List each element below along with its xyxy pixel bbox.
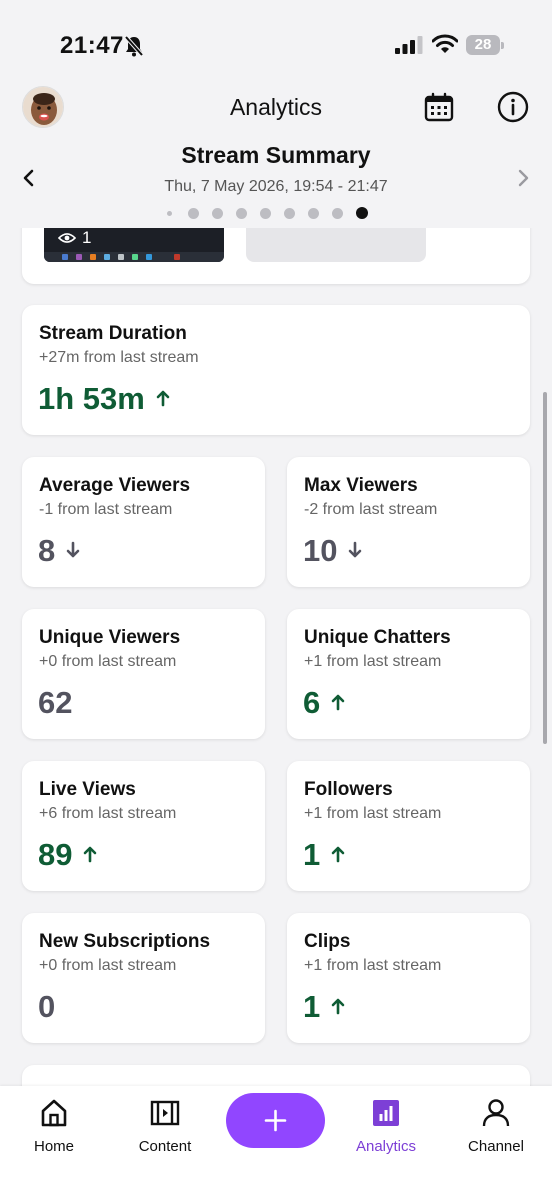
page-dot[interactable] (167, 210, 172, 216)
bar-chart-icon (373, 1100, 399, 1126)
arrow-up-icon (331, 846, 345, 863)
metric-card-max-viewers: Max Viewers -2 from last stream 10 (287, 457, 530, 587)
nav-content[interactable]: Content (128, 1098, 202, 1158)
summary-title: Stream Summary (181, 142, 371, 168)
page-dot[interactable] (260, 207, 271, 219)
arrow-up-icon (331, 694, 345, 711)
metric-value: 8 (38, 533, 81, 569)
analytics-screen: 21:47 28 Analytics Stream Summary Thu, 7… (0, 0, 552, 1200)
metric-value: 89 (38, 837, 98, 873)
cellular-signal-icon (395, 36, 423, 54)
arrow-down-icon (349, 541, 362, 558)
metric-value: 10 (303, 533, 363, 569)
stream-thumbnail[interactable]: 1 (44, 228, 224, 262)
metric-title: Followers (304, 779, 393, 800)
nav-channel-label: Channel (468, 1138, 524, 1155)
page-dot[interactable] (212, 207, 223, 219)
metric-value: 1 (303, 989, 346, 1025)
metric-delta: +0 from last stream (39, 653, 177, 670)
metric-title: New Subscriptions (39, 931, 211, 952)
page-dot[interactable] (332, 207, 343, 219)
nav-channel[interactable]: Channel (464, 1098, 528, 1158)
page-dot[interactable] (355, 207, 368, 219)
calendar-icon[interactable] (424, 92, 454, 122)
clip-thumbnails-card: 1 (22, 228, 530, 284)
metric-delta: +6 from last stream (39, 805, 177, 822)
film-icon (150, 1100, 180, 1126)
metric-title: Average Viewers (39, 475, 191, 496)
metric-value: 0 (38, 989, 56, 1024)
metric-delta: +1 from last stream (304, 653, 442, 670)
eye-icon (58, 233, 76, 243)
bottom-navigation: Home Content Analytics Channel (0, 1086, 552, 1200)
arrow-down-icon (66, 541, 80, 558)
metrics-scroll-area[interactable]: 1 Stream Duration +27m from last stream … (0, 228, 552, 1086)
arrow-up-icon (331, 998, 345, 1015)
metric-card-followers: Followers +1 from last stream 1 (287, 761, 530, 891)
metric-card-clips: Clips +1 from last stream 1 (287, 913, 530, 1043)
nav-home-label: Home (33, 1138, 74, 1155)
page-indicator[interactable] (160, 206, 400, 220)
arrow-up-icon (156, 390, 170, 407)
nav-analytics[interactable]: Analytics (350, 1098, 422, 1158)
metric-title: Stream Duration (39, 323, 187, 344)
metric-delta: +1 from last stream (304, 957, 442, 974)
metric-card-unique-viewers: Unique Viewers +0 from last stream 62 (22, 609, 265, 739)
page-title: Analytics (229, 94, 323, 120)
metric-title: Unique Chatters (304, 627, 451, 648)
wifi-icon (432, 34, 458, 53)
battery-icon: 28 (466, 35, 504, 55)
metric-delta: +1 from last stream (304, 805, 442, 822)
bell-slash-icon (124, 35, 144, 57)
metric-card-live-views: Live Views +6 from last stream 89 (22, 761, 265, 891)
user-icon (482, 1099, 510, 1127)
metric-value: 62 (38, 685, 73, 720)
metric-card-new-subscriptions: New Subscriptions +0 from last stream 0 (22, 913, 265, 1043)
page-dot[interactable] (236, 207, 247, 219)
home-icon (41, 1099, 67, 1127)
metric-title: Live Views (39, 779, 136, 800)
metric-delta: +27m from last stream (39, 349, 199, 366)
metric-value: 1 (303, 837, 346, 873)
plus-icon (264, 1109, 287, 1132)
create-button[interactable] (226, 1093, 325, 1148)
info-icon[interactable] (497, 91, 529, 123)
status-time: 21:47 (60, 32, 124, 59)
metric-card-stream-duration: Stream Duration +27m from last stream 1h… (22, 305, 530, 435)
page-dot[interactable] (308, 207, 319, 219)
nav-content-label: Content (138, 1138, 192, 1155)
nav-home[interactable]: Home (22, 1098, 86, 1158)
metric-delta: -2 from last stream (304, 501, 438, 518)
stream-thumbnail-placeholder[interactable] (246, 228, 426, 262)
status-bar: 21:47 28 (0, 0, 552, 80)
metric-value: 1h 53m (38, 381, 171, 417)
metric-title: Clips (304, 931, 351, 952)
summary-date-range: Thu, 7 May 2026, 19:54 - 21:47 (164, 178, 388, 195)
metric-title: Max Viewers (304, 475, 418, 496)
stream-summary-header: Stream Summary Thu, 7 May 2026, 19:54 - … (0, 138, 552, 226)
app-header: Analytics (0, 80, 552, 136)
nav-analytics-label: Analytics (355, 1138, 417, 1155)
metric-card-unique-chatters: Unique Chatters +1 from last stream 6 (287, 609, 530, 739)
battery-level: 28 (466, 35, 500, 55)
metric-delta: +0 from last stream (39, 957, 177, 974)
metric-card-average-viewers: Average Viewers -1 from last stream 8 (22, 457, 265, 587)
scrollbar[interactable] (543, 392, 547, 744)
chevron-right-icon[interactable] (514, 168, 532, 188)
next-card-partial (22, 1065, 530, 1086)
metric-value: 6 (303, 685, 346, 721)
page-dot[interactable] (284, 207, 295, 219)
arrow-up-icon (84, 846, 97, 863)
metric-title: Unique Viewers (39, 627, 181, 648)
thumbnail-view-count: 1 (82, 228, 92, 247)
metric-delta: -1 from last stream (39, 501, 173, 518)
page-dot[interactable] (188, 207, 199, 219)
